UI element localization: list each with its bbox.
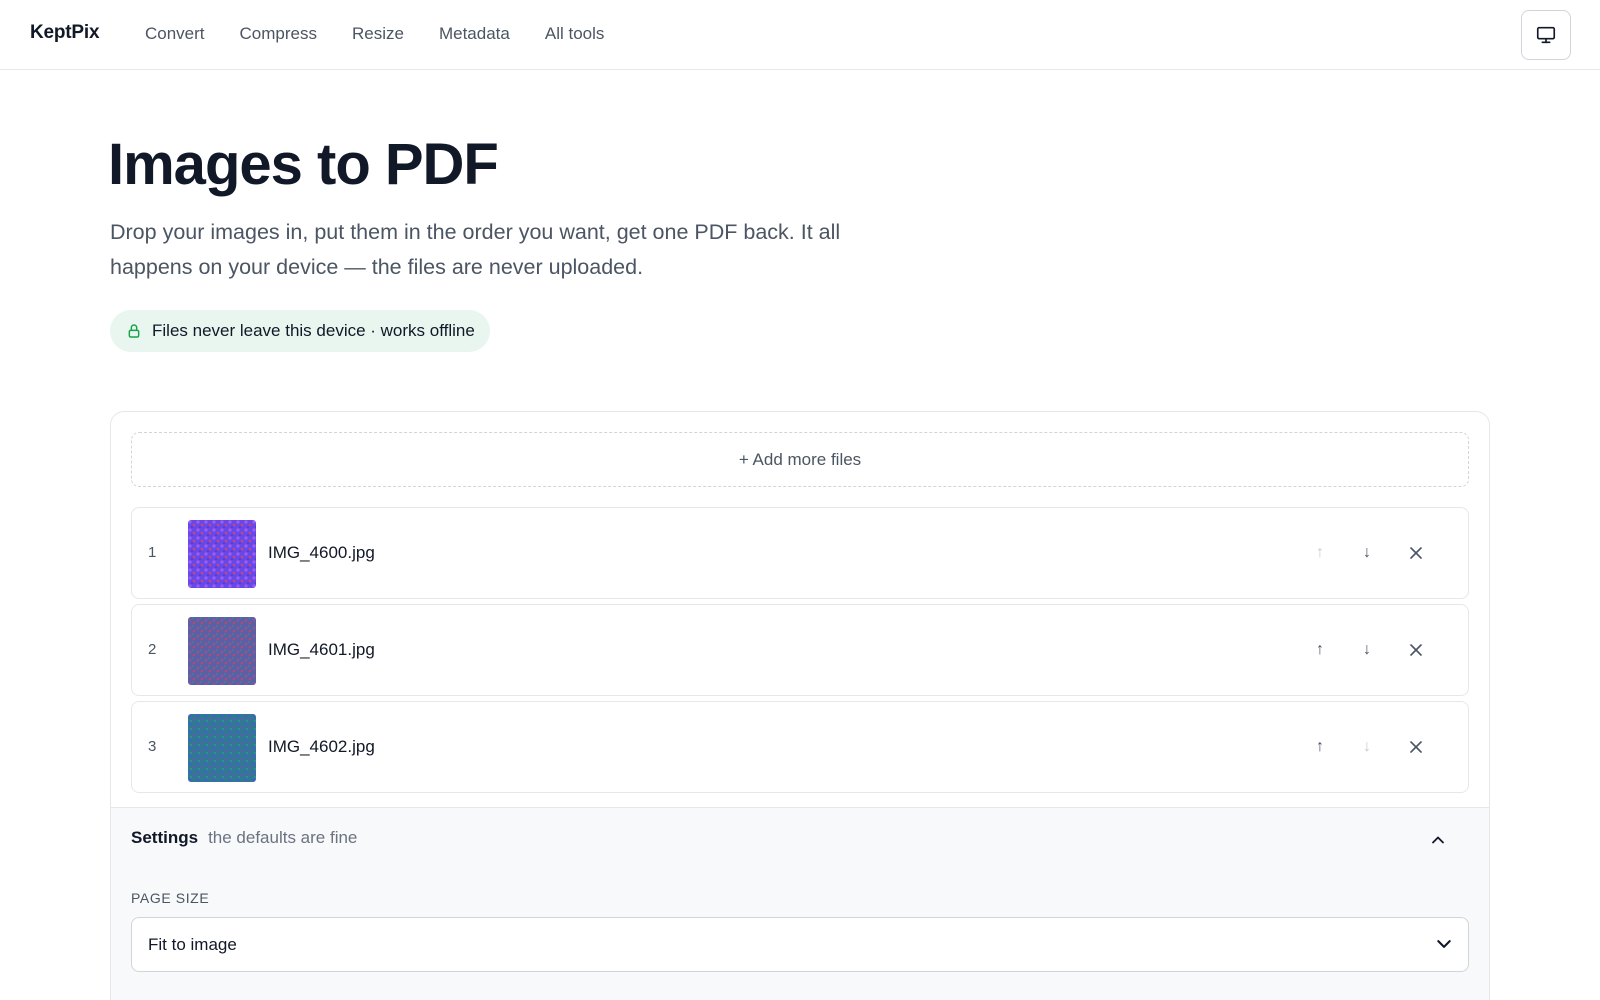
- page-title: Images to PDF: [108, 132, 499, 197]
- chevron-up-icon: [1432, 836, 1444, 844]
- move-down-button[interactable]: ↓: [1352, 538, 1382, 568]
- privacy-badge-text: Files never leave this device · works of…: [152, 321, 475, 340]
- nav-all-tools[interactable]: All tools: [545, 24, 605, 44]
- page-size-label: PAGE SIZE: [131, 890, 210, 906]
- move-up-button[interactable]: ↑: [1305, 635, 1335, 665]
- arrow-down-icon: ↓: [1363, 641, 1371, 658]
- file-name: IMG_4601.jpg: [268, 640, 375, 659]
- page-size-value: Fit to image: [148, 934, 237, 954]
- arrow-down-icon: ↓: [1363, 544, 1371, 561]
- file-index: 3: [148, 738, 157, 755]
- page-size-select[interactable]: Fit to image: [131, 917, 1469, 972]
- move-up-button[interactable]: ↑: [1305, 732, 1335, 762]
- move-down-button[interactable]: ↓: [1352, 635, 1382, 665]
- file-row[interactable]: 1 IMG_4600.jpg ↑ ↓: [131, 507, 1469, 599]
- file-thumbnail: [188, 617, 256, 685]
- nav-compress[interactable]: Compress: [240, 24, 317, 44]
- file-thumbnail: [188, 520, 256, 588]
- file-thumbnail: [188, 714, 256, 782]
- close-icon: [1410, 547, 1422, 559]
- move-down-button[interactable]: ↓: [1352, 732, 1382, 762]
- close-icon: [1410, 741, 1422, 753]
- nav-metadata[interactable]: Metadata: [439, 24, 510, 44]
- privacy-badge: Files never leave this device · works of…: [110, 310, 490, 352]
- nav-convert[interactable]: Convert: [145, 24, 205, 44]
- nav-resize[interactable]: Resize: [352, 24, 404, 44]
- file-name: IMG_4602.jpg: [268, 737, 375, 756]
- main-nav: Convert Compress Resize Metadata All too…: [145, 24, 639, 44]
- settings-collapse-button[interactable]: [1423, 825, 1453, 855]
- arrow-up-icon: ↑: [1316, 641, 1324, 658]
- remove-file-button[interactable]: [1401, 732, 1431, 762]
- move-up-button[interactable]: ↑: [1305, 538, 1335, 568]
- remove-file-button[interactable]: [1401, 538, 1431, 568]
- file-row[interactable]: 2 IMG_4601.jpg ↑ ↓: [131, 604, 1469, 696]
- settings-title: Settings: [131, 828, 199, 847]
- file-row[interactable]: 3 IMG_4602.jpg ↑ ↓: [131, 701, 1469, 793]
- page-description: Drop your images in, put them in the ord…: [110, 220, 841, 279]
- remove-file-button[interactable]: [1401, 635, 1431, 665]
- arrow-up-icon: ↑: [1316, 544, 1324, 561]
- file-index: 2: [148, 641, 157, 658]
- converter-card: + Add more files 1 IMG_4600.jpg ↑ ↓ 2 IM…: [110, 411, 1490, 1000]
- lock-icon: [128, 324, 140, 338]
- file-name: IMG_4600.jpg: [268, 543, 375, 562]
- arrow-up-icon: ↑: [1316, 738, 1324, 755]
- settings-panel: Settings the defaults are fine PAGE SIZE…: [111, 807, 1489, 1000]
- file-index: 1: [148, 544, 157, 561]
- arrow-down-icon: ↓: [1363, 738, 1371, 755]
- brand-logo[interactable]: KeptPix: [30, 22, 100, 44]
- display-mode-button[interactable]: [1521, 10, 1571, 60]
- add-more-files-button[interactable]: + Add more files: [131, 432, 1469, 487]
- settings-toggle[interactable]: Settings the defaults are fine: [131, 828, 357, 848]
- chevron-down-icon: [1437, 940, 1451, 948]
- monitor-icon: [1536, 26, 1556, 44]
- close-icon: [1410, 644, 1422, 656]
- top-nav-bar: KeptPix Convert Compress Resize Metadata…: [0, 0, 1600, 70]
- settings-subtitle: the defaults are fine: [208, 828, 358, 847]
